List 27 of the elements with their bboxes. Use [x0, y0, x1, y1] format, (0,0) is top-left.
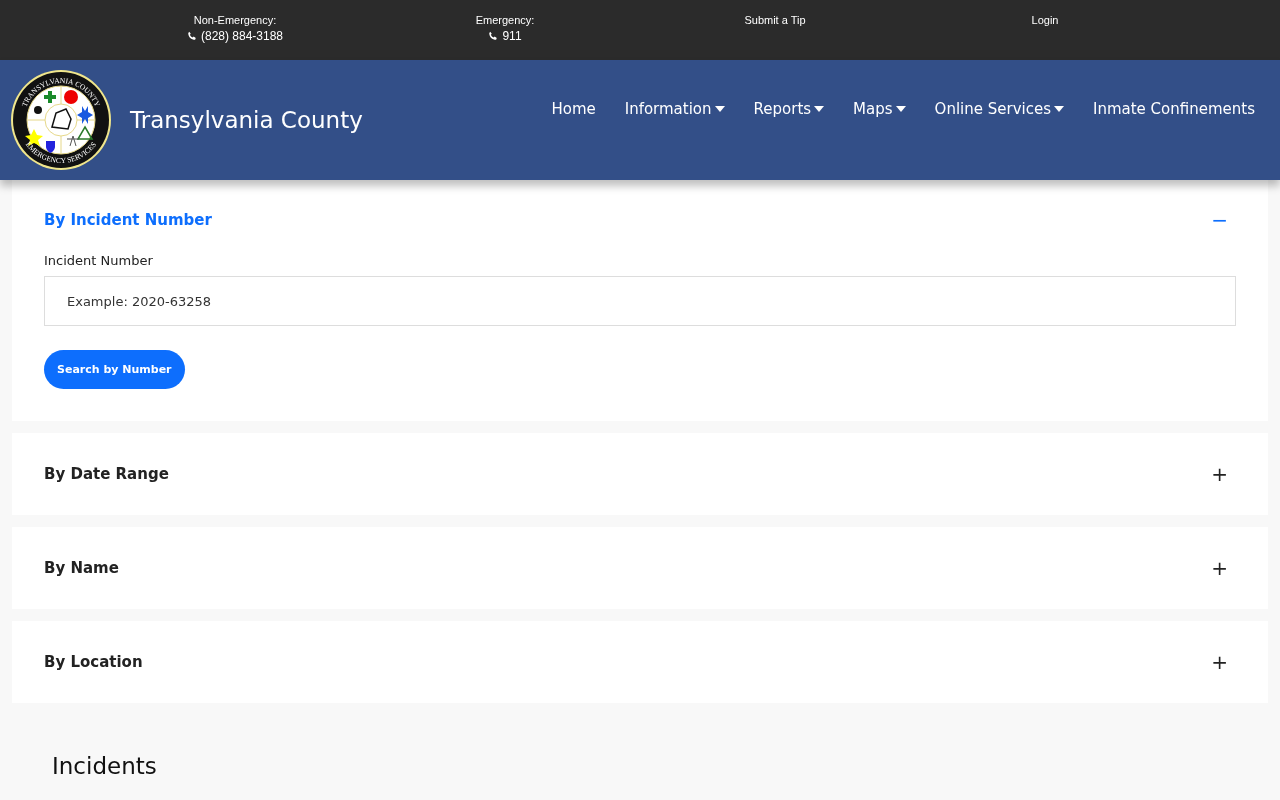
- phone-icon: [488, 31, 499, 41]
- field-label: Incident Number: [44, 253, 153, 268]
- nav-link[interactable]: Maps: [837, 100, 919, 118]
- search-button[interactable]: Search by Number: [44, 350, 185, 389]
- phone-number[interactable]: (828) 884-3188: [200, 29, 284, 43]
- top-bar-link[interactable]: Login: [1031, 14, 1059, 26]
- toggle-symbol[interactable]: −: [1211, 208, 1228, 232]
- phone-icon: [186, 31, 197, 41]
- toggle-symbol[interactable]: +: [1211, 556, 1228, 580]
- nav-link[interactable]: Online Services: [918, 100, 1077, 118]
- section-heading: Incidents: [52, 753, 158, 779]
- accordion-header[interactable]: By Name: [44, 559, 119, 577]
- site-title[interactable]: Transylvania County: [130, 107, 363, 133]
- accordion-header[interactable]: By Date Range: [44, 465, 169, 483]
- top-bar-link[interactable]: Emergency:: [475, 14, 535, 26]
- nav-link[interactable]: Reports: [737, 100, 838, 118]
- nav-link[interactable]: Inmate Confinements: [1077, 100, 1270, 118]
- nav-link[interactable]: Information: [608, 100, 738, 118]
- top-bar-link[interactable]: Submit a Tip: [744, 14, 806, 26]
- phone-number[interactable]: 911: [502, 29, 522, 43]
- incident-number-field[interactable]: Example: 2020-63258: [44, 276, 1236, 326]
- accordion-header[interactable]: By Location: [44, 653, 143, 671]
- toggle-symbol[interactable]: +: [1211, 462, 1228, 486]
- accordion-header[interactable]: By Incident Number: [44, 211, 212, 229]
- nav-link[interactable]: Home: [535, 100, 609, 118]
- top-bar-link[interactable]: Non-Emergency:: [193, 14, 277, 26]
- toggle-symbol[interactable]: +: [1211, 650, 1228, 674]
